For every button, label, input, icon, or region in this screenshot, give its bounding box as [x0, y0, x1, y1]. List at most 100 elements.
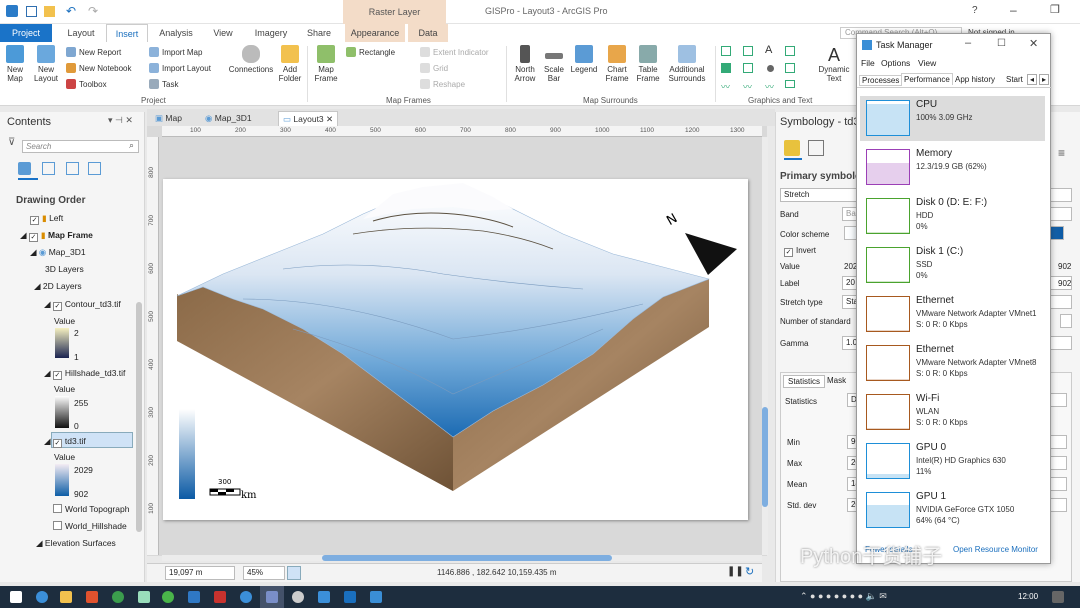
list-by-editing-icon[interactable]: [88, 162, 101, 175]
connections-button[interactable]: Connections: [228, 45, 274, 74]
notifications-icon[interactable]: [1052, 591, 1064, 603]
new-project-icon[interactable]: [26, 6, 37, 17]
tab-analysis[interactable]: Analysis: [154, 24, 198, 42]
perf-item[interactable]: GPU 1 NVIDIA GeForce GTX 1050 64% (64 °C): [860, 488, 1045, 533]
tab-statistics[interactable]: Statistics: [783, 375, 826, 388]
layout-vscroll[interactable]: [762, 137, 768, 555]
tm-tab-performance[interactable]: Performance: [901, 73, 953, 85]
freehand-icon[interactable]: [743, 46, 753, 56]
restore-button[interactable]: ❐: [1050, 3, 1060, 16]
add-folder-button[interactable]: Add Folder: [277, 45, 303, 83]
num-std-field[interactable]: [1060, 314, 1072, 328]
invert-checkbox[interactable]: ✓ Invert: [784, 246, 816, 257]
rectangle-graphic-icon[interactable]: [785, 46, 795, 56]
settings-icon[interactable]: [292, 591, 304, 603]
tab-share[interactable]: Share: [300, 24, 338, 42]
tm-menu-options[interactable]: Options: [881, 58, 910, 68]
start-icon[interactable]: [10, 591, 22, 603]
north-arrow-button[interactable]: North Arrow: [510, 45, 540, 83]
tm-minimize-button[interactable]: –: [965, 37, 971, 49]
grid-button[interactable]: Grid: [420, 63, 448, 73]
collapse-icon[interactable]: ◢: [36, 538, 43, 548]
line-icon[interactable]: 〰: [721, 80, 730, 93]
gallery-more-icon[interactable]: [785, 80, 795, 88]
chrome-icon[interactable]: [112, 591, 124, 603]
layer-world-hillshade[interactable]: World_Hillshade: [53, 521, 127, 531]
tab-imagery[interactable]: Imagery: [248, 24, 294, 42]
new-layout-button[interactable]: New Layout: [32, 45, 60, 83]
layer-2d-layers[interactable]: ◢ 2D Layers: [34, 281, 82, 292]
tm-menu-file[interactable]: File: [861, 58, 875, 68]
layer-td3[interactable]: ◢ ✓ td3.tif: [44, 436, 86, 448]
tm-tab-processes[interactable]: Processes: [859, 75, 903, 86]
marker-icon[interactable]: [785, 63, 795, 73]
curve-icon[interactable]: 〰: [743, 80, 752, 93]
polygon-icon[interactable]: [721, 46, 731, 56]
search-icon[interactable]: ⌕: [129, 140, 134, 151]
collapse-icon[interactable]: ◢: [30, 247, 37, 257]
tab-layout3[interactable]: ▭ Layout3 ✕: [278, 111, 339, 126]
list-by-drawing-order-icon[interactable]: [18, 162, 31, 175]
scroll-thumb[interactable]: [762, 407, 768, 507]
app-icon[interactable]: [240, 591, 252, 603]
open-icon[interactable]: [44, 6, 55, 17]
pause-drawing-icon[interactable]: ❚❚: [727, 566, 744, 577]
square-icon[interactable]: [721, 63, 731, 73]
tab-scroll-right-icon[interactable]: ▸: [1039, 74, 1050, 85]
task-manager-window[interactable]: Task Manager – ☐ ✕ File Options View Pro…: [856, 33, 1052, 564]
tab-appearance[interactable]: Appearance: [345, 24, 405, 42]
undo-icon[interactable]: ↶: [66, 4, 76, 18]
checkbox[interactable]: ✓: [52, 439, 62, 448]
tab-insert[interactable]: Insert: [106, 24, 148, 42]
collapse-icon[interactable]: ◢: [44, 368, 51, 378]
refresh-icon[interactable]: ↻: [745, 565, 754, 578]
tab-project[interactable]: Project: [0, 24, 52, 42]
primary-symbology-icon[interactable]: [784, 140, 800, 156]
polyline-icon[interactable]: 〰: [765, 80, 774, 93]
tm-maximize-button[interactable]: ☐: [997, 38, 1006, 49]
wps-icon[interactable]: [214, 591, 226, 603]
table-frame-button[interactable]: Table Frame: [634, 45, 662, 83]
perf-item[interactable]: CPU 100% 3.09 GHz: [860, 96, 1045, 141]
perf-item[interactable]: Disk 1 (C:) SSD 0%: [860, 243, 1045, 288]
map-frame-button[interactable]: Map Frame: [312, 45, 340, 83]
layer-3d-layers[interactable]: 3D Layers: [45, 264, 84, 274]
checkbox[interactable]: ✓: [784, 248, 793, 257]
collapse-icon[interactable]: ◢: [44, 436, 51, 446]
layout-page[interactable]: N 300 km: [163, 179, 748, 520]
text-icon[interactable]: A: [765, 44, 772, 56]
scale-field[interactable]: 19,097 m: [165, 566, 235, 580]
checkbox[interactable]: [53, 504, 62, 513]
tab-view[interactable]: View: [204, 24, 242, 42]
layer-map3d[interactable]: ◢ ◉ Map_3D1: [30, 247, 86, 258]
explorer-icon[interactable]: [60, 591, 72, 603]
collapse-icon[interactable]: ◢: [20, 230, 27, 240]
app-icon[interactable]: [344, 591, 356, 603]
contents-search-input[interactable]: Search ⌕: [22, 140, 139, 153]
filter-icon[interactable]: ⊽: [8, 137, 15, 148]
tm-tab-startup[interactable]: Start: [1006, 75, 1023, 84]
minimize-button[interactable]: –: [1010, 3, 1017, 17]
perf-item[interactable]: Memory 12.3/19.9 GB (62%): [860, 145, 1045, 190]
checkbox[interactable]: ✓: [30, 216, 39, 225]
system-tray-icons[interactable]: ⌃ ● ● ● ● ● ● ● 🔈 ✉: [800, 591, 887, 602]
vary-symbology-icon[interactable]: [808, 140, 824, 156]
checkbox[interactable]: ✓: [28, 233, 38, 242]
pane-options-icon[interactable]: ▾ ⊣ ✕: [108, 115, 133, 126]
rectangle-button[interactable]: Rectangle: [346, 47, 395, 57]
import-map-button[interactable]: Import Map: [149, 47, 202, 57]
perf-item[interactable]: Disk 0 (D: E: F:) HDD 0%: [860, 194, 1045, 239]
chart-frame-button[interactable]: Chart Frame: [601, 45, 633, 83]
help-button[interactable]: ?: [972, 5, 978, 16]
perf-item[interactable]: GPU 0 Intel(R) HD Graphics 630 11%: [860, 439, 1045, 484]
tab-data[interactable]: Data: [408, 24, 448, 42]
import-layout-button[interactable]: Import Layout: [149, 63, 211, 73]
checkbox[interactable]: [53, 521, 62, 530]
legend-button[interactable]: Legend: [568, 45, 600, 74]
list-by-selection-icon[interactable]: [66, 162, 79, 175]
list-by-source-icon[interactable]: [42, 162, 55, 175]
new-notebook-button[interactable]: New Notebook: [66, 63, 131, 73]
callout-icon[interactable]: [743, 63, 753, 73]
new-report-button[interactable]: New Report: [66, 47, 121, 57]
redo-icon[interactable]: ↷: [88, 4, 98, 18]
